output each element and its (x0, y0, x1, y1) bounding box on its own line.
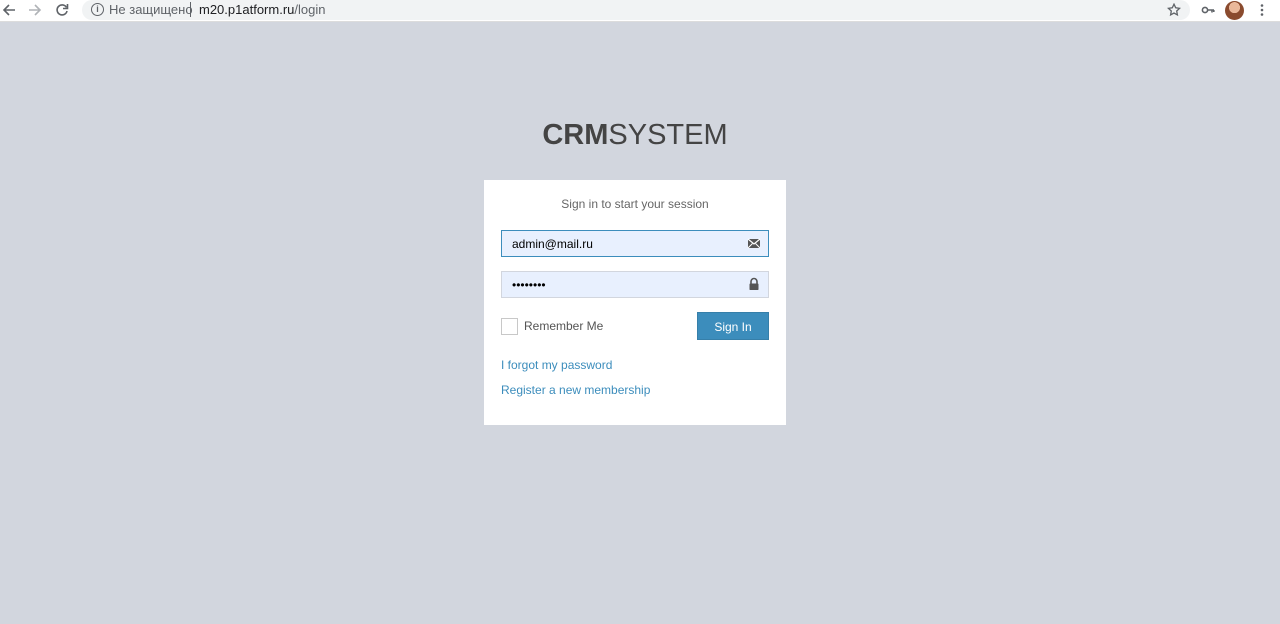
lock-icon (747, 277, 761, 291)
forgot-password-link[interactable]: I forgot my password (501, 358, 612, 372)
login-box: Sign in to start your session Remember M… (484, 180, 786, 425)
password-field[interactable] (501, 271, 769, 298)
remember-me-checkbox[interactable] (501, 317, 518, 335)
logo-light-text: SYSTEM (608, 119, 728, 151)
key-icon[interactable] (1199, 1, 1217, 19)
remember-me-label[interactable]: Remember Me (524, 319, 603, 333)
password-input[interactable] (502, 272, 742, 297)
url-separator (190, 2, 191, 17)
email-field[interactable] (501, 230, 769, 257)
info-icon[interactable]: i (91, 3, 104, 16)
sign-in-button[interactable]: Sign In (697, 312, 769, 340)
address-bar[interactable]: i Не защищено m20.p1atform.ru/login (82, 0, 1190, 20)
register-link[interactable]: Register a new membership (501, 383, 650, 397)
envelope-icon (747, 236, 761, 250)
url-text[interactable]: m20.p1atform.ru/login (199, 2, 325, 17)
forward-icon[interactable] (26, 1, 44, 19)
url-path: /login (294, 2, 326, 17)
profile-avatar[interactable] (1225, 1, 1244, 20)
menu-icon[interactable] (1253, 1, 1271, 19)
login-box-message: Sign in to start your session (561, 197, 709, 211)
security-label[interactable]: Не защищено (109, 2, 193, 17)
url-host: m20.p1atform.ru (199, 2, 295, 17)
star-icon[interactable] (1165, 1, 1183, 19)
logo-bold-text: CRM (542, 119, 609, 151)
browser-toolbar: i Не защищено m20.p1atform.ru/login (0, 0, 1280, 22)
back-icon[interactable] (0, 1, 18, 19)
app-logo[interactable]: CRMSYSTEM (0, 119, 1270, 152)
remember-me[interactable]: Remember Me (501, 317, 603, 335)
reload-icon[interactable] (53, 1, 71, 19)
email-input[interactable] (502, 231, 742, 256)
